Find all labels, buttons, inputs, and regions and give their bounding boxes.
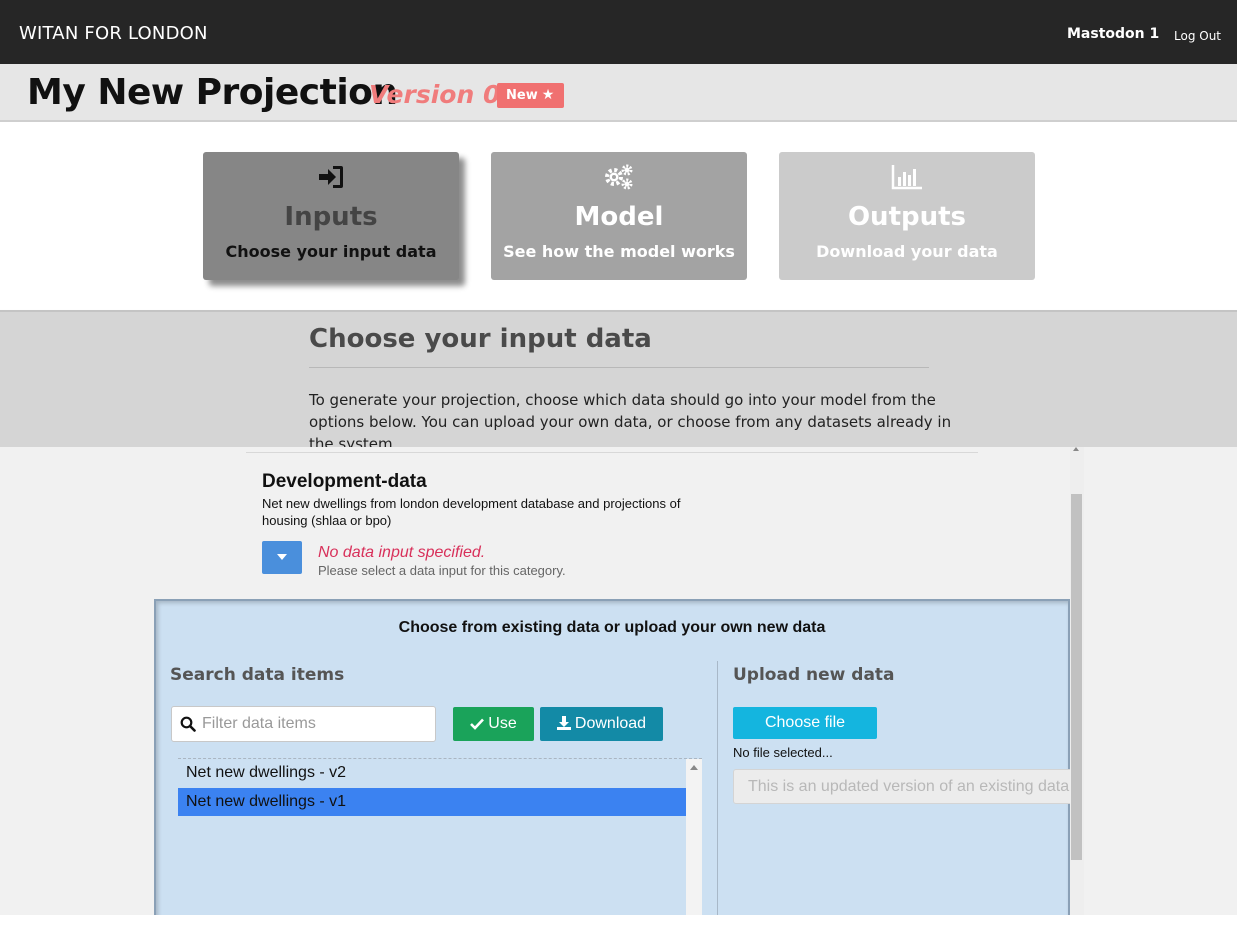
category-title: Development-data: [262, 471, 427, 492]
list-scrollbar[interactable]: [686, 759, 702, 915]
step-inputs-card[interactable]: Inputs Choose your input data: [203, 152, 459, 280]
step-title: Model: [574, 202, 664, 232]
choose-file-button[interactable]: Choose file: [733, 707, 877, 739]
step-model-card[interactable]: Model See how the model works: [491, 152, 747, 280]
top-navbar: WITAN FOR LONDON Mastodon 1 Log Out: [0, 0, 1237, 64]
status-message: No data input specified.: [318, 544, 486, 561]
scrollbar-thumb[interactable]: [1071, 494, 1082, 860]
search-input[interactable]: [202, 714, 430, 734]
download-button[interactable]: Download: [540, 707, 663, 741]
list-item[interactable]: Net new dwellings - v2: [178, 759, 686, 787]
logout-link[interactable]: Log Out: [1174, 29, 1221, 43]
data-items-list[interactable]: Net new dwellings - v2 Net new dwellings…: [178, 758, 702, 915]
page-scrollbar[interactable]: [1070, 447, 1084, 915]
scroll-up-icon: [690, 765, 698, 770]
step-outputs-card[interactable]: Outputs Download your data: [779, 152, 1035, 280]
step-title: Outputs: [847, 202, 967, 232]
sign-in-icon: [203, 164, 459, 192]
list-item-selected[interactable]: Net new dwellings - v1: [178, 788, 686, 816]
new-badge: New ★: [497, 83, 564, 108]
divider: [246, 452, 978, 453]
version-label: Version 0: [369, 80, 501, 109]
step-title: Inputs: [284, 202, 378, 232]
intro-section: Choose your input data To generate your …: [0, 310, 1237, 453]
use-button-label: Use: [488, 715, 517, 732]
step-cards: Inputs Choose your input data Model See …: [0, 122, 1237, 310]
scroll-up-icon: [1073, 447, 1079, 451]
download-icon: [556, 716, 571, 730]
file-status: No file selected...: [733, 745, 833, 760]
download-button-label: Download: [574, 715, 647, 732]
search-field[interactable]: [171, 706, 436, 742]
status-hint: Please select a data input for this cate…: [318, 563, 566, 578]
data-inputs-area: Development-data Net new dwellings from …: [0, 447, 1237, 915]
caret-down-icon: [277, 554, 287, 560]
step-subtitle: Download your data: [816, 242, 998, 261]
brand-logo[interactable]: WITAN FOR LONDON: [19, 23, 208, 44]
search-heading: Search data items: [170, 665, 345, 685]
category-description: Net new dwellings from london developmen…: [262, 496, 681, 528]
panel-title: Choose from existing data or upload your…: [398, 619, 826, 636]
update-version-input[interactable]: This is an updated version of an existin…: [733, 769, 1073, 804]
check-icon: [470, 718, 485, 730]
new-badge-label: New: [506, 88, 538, 103]
intro-text: To generate your projection, choose whic…: [309, 391, 952, 453]
data-chooser-panel: Choose from existing data or upload your…: [154, 599, 1073, 915]
section-heading: Choose your input data: [309, 324, 652, 354]
use-button[interactable]: Use: [453, 707, 534, 741]
divider: [309, 367, 929, 368]
upload-heading: Upload new data: [733, 665, 895, 685]
column-divider: [717, 661, 718, 915]
user-name[interactable]: Mastodon 1: [1067, 26, 1159, 42]
bottom-edge: [0, 915, 1237, 927]
page-title: My New Projection: [27, 72, 398, 113]
step-subtitle: Choose your input data: [225, 242, 437, 261]
bar-chart-icon: [779, 164, 1035, 192]
expand-toggle-button[interactable]: [262, 541, 302, 574]
star-icon: ★: [541, 87, 555, 103]
search-icon: [180, 716, 196, 737]
page-header: My New Projection Version 0 New ★: [0, 64, 1237, 122]
step-subtitle: See how the model works: [503, 242, 735, 261]
gears-icon: [491, 164, 747, 192]
